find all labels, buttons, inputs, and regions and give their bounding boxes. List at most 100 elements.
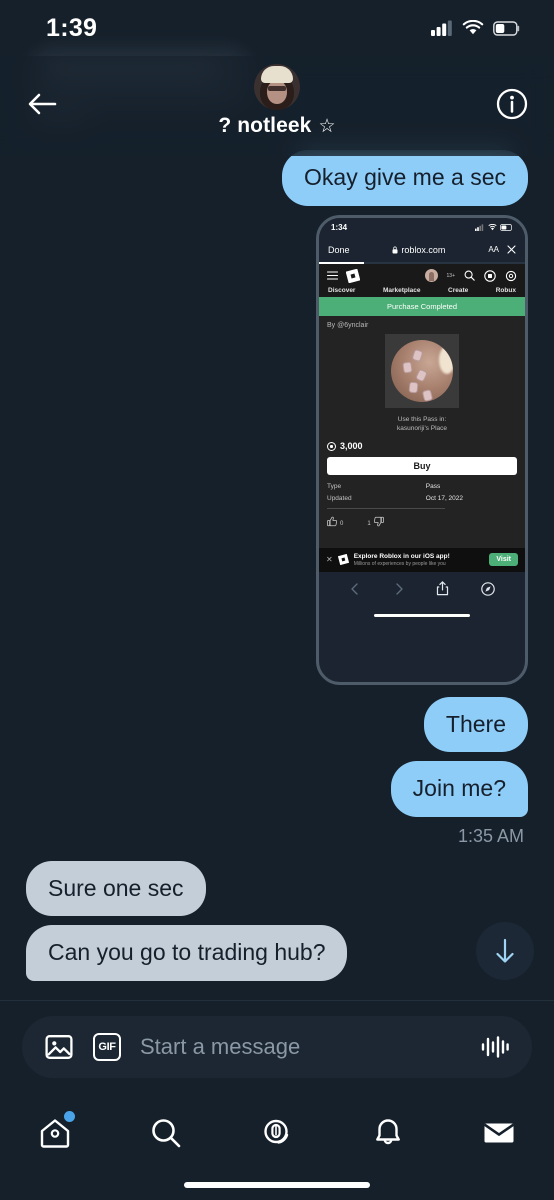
- message-row: 1:34 Done roblox.com AA 13+ Discover Mar…: [0, 214, 554, 685]
- composer[interactable]: GIF: [22, 1015, 532, 1078]
- battery-icon: [493, 20, 520, 36]
- visit-button[interactable]: Visit: [489, 553, 518, 567]
- safari-actions: AA: [488, 245, 516, 254]
- like-button[interactable]: 0: [327, 516, 343, 527]
- cellular-signal-icon: [475, 224, 484, 232]
- gear-icon[interactable]: [505, 270, 517, 282]
- gif-icon: GIF: [93, 1032, 121, 1061]
- message-bubble-outgoing[interactable]: Okay give me a sec: [282, 150, 528, 206]
- item-creator[interactable]: By @6ynclair: [327, 322, 517, 329]
- message-bubble-outgoing[interactable]: Join me?: [390, 761, 528, 817]
- info-circle-icon: [496, 88, 528, 120]
- roblox-item-page: By @6ynclair Use this Pass in: kasunorij…: [319, 315, 525, 548]
- ios-app-promo-banner[interactable]: ✕ Explore Roblox in our iOS app! Million…: [319, 547, 525, 572]
- message-bubble-incoming[interactable]: Sure one sec: [26, 860, 206, 917]
- conversation-header: ? notleek ☆: [0, 56, 554, 156]
- roblox-tab-create[interactable]: Create: [448, 287, 468, 294]
- roblox-navbar-left: [327, 268, 360, 283]
- robux-coin-icon: [327, 441, 336, 451]
- thumbs-down-icon: [373, 517, 384, 527]
- close-icon[interactable]: ✕: [326, 555, 333, 564]
- message-bubble-incoming[interactable]: Can you go to trading hub?: [26, 925, 348, 981]
- spaces-microphone-icon: [264, 1119, 289, 1144]
- safari-url-bar[interactable]: roblox.com: [392, 245, 445, 255]
- safari-done-button[interactable]: Done: [328, 245, 350, 255]
- nav-item-home[interactable]: [25, 1108, 85, 1158]
- message-list[interactable]: Okay give me a sec 1:34 Done roblox.com …: [0, 150, 554, 1000]
- text-size-button[interactable]: AA: [488, 245, 499, 254]
- scroll-to-bottom-button[interactable]: [476, 922, 534, 980]
- promo-subtitle: Millions of experiences by people like y…: [353, 560, 446, 567]
- metadata-value: Oct 17, 2022: [425, 495, 464, 503]
- chevron-left-icon[interactable]: [349, 582, 361, 596]
- message-row: Sure one sec: [0, 860, 554, 917]
- nav-item-notifications[interactable]: [358, 1108, 418, 1158]
- dislike-button[interactable]: 1: [367, 516, 384, 527]
- gif-attach-button[interactable]: GIF: [92, 1032, 122, 1062]
- metadata-value: Pass: [425, 483, 441, 491]
- roblox-user-avatar[interactable]: [424, 269, 438, 283]
- roblox-navbar-right: 13+: [424, 269, 517, 283]
- metadata-key: Type: [327, 483, 342, 491]
- roblox-tab-marketplace[interactable]: Marketplace: [383, 287, 421, 294]
- item-price-value: 3,000: [340, 441, 363, 452]
- arrow-down-icon: [496, 938, 514, 963]
- roblox-tab-robux[interactable]: Robux: [496, 287, 516, 294]
- avatar-face: [267, 80, 287, 104]
- robux-coin-icon[interactable]: [484, 269, 496, 282]
- conversation-name: ? notleek: [218, 114, 312, 137]
- nav-item-messages[interactable]: [469, 1108, 529, 1158]
- promo-text: Explore Roblox in our iOS app! Millions …: [354, 553, 485, 567]
- share-icon[interactable]: [436, 581, 449, 596]
- item-price: 3,000: [327, 441, 517, 451]
- home-indicator: [184, 1182, 370, 1188]
- embedded-status-icons: [475, 224, 513, 232]
- close-icon[interactable]: [507, 245, 516, 254]
- conversation-info-button[interactable]: [490, 82, 534, 126]
- roblox-navbar-top: 13+: [327, 268, 517, 283]
- message-row: Okay give me a sec: [0, 150, 554, 206]
- avatar-beanie: [261, 66, 293, 83]
- metadata-row: Type Pass: [327, 483, 517, 490]
- nav-item-search[interactable]: [136, 1108, 196, 1158]
- compass-icon[interactable]: [481, 581, 495, 596]
- search-icon[interactable]: [464, 270, 475, 281]
- embedded-status-time: 1:34: [331, 223, 348, 233]
- composer-bar: GIF: [0, 1000, 554, 1092]
- message-bubble-outgoing[interactable]: There: [423, 696, 528, 753]
- message-row: Join me?: [0, 761, 554, 817]
- message-input[interactable]: [140, 1033, 462, 1060]
- lock-icon: [392, 246, 398, 254]
- avatar[interactable]: [254, 64, 300, 110]
- message-row: There: [0, 696, 554, 753]
- thumbs-up-icon: [327, 516, 337, 527]
- image-attach-button[interactable]: [44, 1032, 74, 1062]
- wifi-icon: [488, 224, 497, 231]
- nav-item-spaces[interactable]: [247, 1108, 307, 1158]
- header-identity[interactable]: ? notleek ☆: [0, 64, 554, 138]
- item-thumbnail[interactable]: [385, 333, 459, 408]
- voice-message-button[interactable]: [480, 1032, 510, 1062]
- roblox-logo-icon: [337, 554, 349, 566]
- voice-waveform-icon: [481, 1035, 509, 1058]
- bell-icon: [375, 1119, 400, 1145]
- status-bar-time: 1:39: [46, 13, 98, 42]
- roblox-nav-tabs: Discover Marketplace Create Robux: [327, 287, 517, 294]
- item-use-in-label: Use this Pass in:: [397, 415, 447, 423]
- embedded-status-bar: 1:34: [319, 217, 525, 238]
- item-thumbnail-wrap: [327, 333, 517, 408]
- item-place-name[interactable]: kasunoriji's Place: [397, 425, 447, 432]
- item-use-in: Use this Pass in: kasunoriji's Place: [327, 415, 517, 435]
- avatar-glasses: [268, 86, 286, 91]
- image-icon: [45, 1034, 73, 1059]
- promo-title: Explore Roblox in our iOS app!: [353, 552, 450, 560]
- item-thumbnail-image: [391, 339, 453, 402]
- roblox-tab-discover[interactable]: Discover: [328, 287, 355, 294]
- chevron-right-icon[interactable]: [393, 582, 405, 596]
- cellular-signal-icon: [431, 20, 452, 36]
- hamburger-menu-icon[interactable]: [327, 271, 338, 280]
- buy-button[interactable]: Buy: [327, 457, 517, 476]
- image-attachment-roblox-screenshot[interactable]: 1:34 Done roblox.com AA 13+ Discover Mar…: [316, 214, 528, 685]
- roblox-logo-icon[interactable]: [346, 268, 360, 283]
- page-title: ? notleek ☆: [218, 114, 335, 138]
